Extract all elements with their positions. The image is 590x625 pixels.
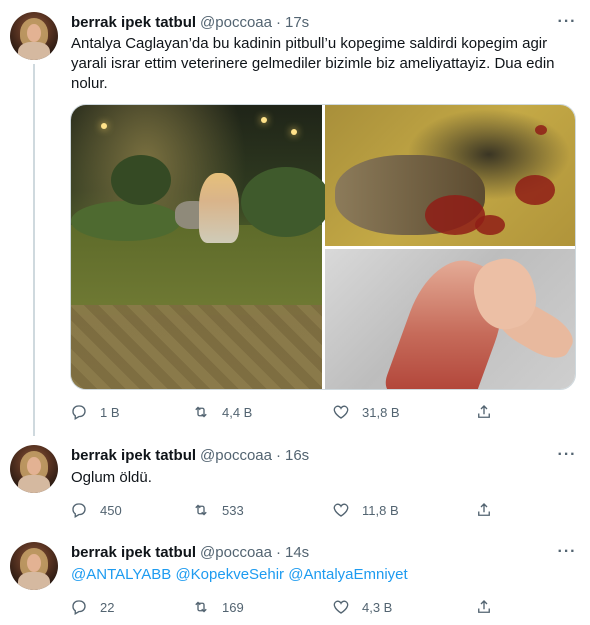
reply-count: 22 bbox=[100, 599, 115, 615]
more-icon[interactable]: ··· bbox=[556, 445, 578, 465]
retweet-count: 169 bbox=[222, 599, 244, 615]
media-grid[interactable] bbox=[70, 104, 576, 390]
share-icon bbox=[478, 503, 490, 516]
tweet-actions: 450 533 11,8 B bbox=[70, 498, 500, 522]
retweet-icon bbox=[195, 601, 207, 613]
like-button[interactable]: 31,8 B bbox=[332, 400, 400, 424]
mention-link[interactable]: @ANTALYABB bbox=[71, 566, 171, 583]
mention-link[interactable]: @KopekveSehir bbox=[175, 566, 284, 583]
tweet-2[interactable]: berrak ipek tatbul @poccoaa · 16s ··· Og… bbox=[0, 435, 590, 535]
reply-count: 450 bbox=[100, 502, 122, 518]
like-button[interactable]: 11,8 B bbox=[332, 498, 399, 522]
retweet-icon bbox=[195, 406, 207, 418]
like-count: 4,3 B bbox=[362, 599, 393, 615]
tweet-text: Antalya Caglayan’da bu kadinin pitbull’u… bbox=[71, 35, 555, 92]
tweet-actions: 1 B 4,4 B 31,8 B bbox=[70, 400, 500, 424]
tweet-header: berrak ipek tatbul @poccoaa · 14s bbox=[71, 542, 309, 562]
more-icon[interactable]: ··· bbox=[556, 542, 578, 562]
separator-dot: · bbox=[276, 543, 281, 561]
author-handle[interactable]: @poccoaa bbox=[200, 544, 272, 561]
like-count: 11,8 B bbox=[362, 502, 399, 518]
timestamp[interactable]: 17s bbox=[285, 14, 309, 31]
avatar[interactable] bbox=[10, 445, 58, 493]
author-handle[interactable]: @poccoaa bbox=[200, 14, 272, 31]
share-button[interactable] bbox=[475, 595, 493, 619]
reply-icon bbox=[72, 600, 86, 615]
timestamp[interactable]: 16s bbox=[285, 447, 309, 464]
reply-button[interactable]: 1 B bbox=[70, 400, 120, 424]
tweet-mentions: @ANTALYABB @KopekveSehir @AntalyaEmniyet bbox=[71, 565, 571, 585]
tweet-3[interactable]: berrak ipek tatbul @poccoaa · 14s ··· @A… bbox=[0, 535, 590, 625]
retweet-icon bbox=[195, 504, 207, 516]
retweet-count: 533 bbox=[222, 502, 244, 518]
reply-button[interactable]: 450 bbox=[70, 498, 122, 522]
tweet-header: berrak ipek tatbul @poccoaa · 17s bbox=[71, 12, 309, 32]
author-handle[interactable]: @poccoaa bbox=[200, 447, 272, 464]
mention-link[interactable]: @AntalyaEmniyet bbox=[288, 566, 407, 583]
like-icon bbox=[333, 503, 349, 517]
avatar[interactable] bbox=[10, 12, 58, 60]
retweet-count: 4,4 B bbox=[222, 404, 253, 420]
tweet-actions: 22 169 4,3 B bbox=[70, 595, 500, 619]
share-button[interactable] bbox=[475, 400, 493, 424]
separator-dot: · bbox=[276, 446, 281, 464]
more-icon[interactable]: ··· bbox=[556, 12, 578, 32]
tweet-header: berrak ipek tatbul @poccoaa · 16s bbox=[71, 445, 309, 465]
tweet-1[interactable]: berrak ipek tatbul @poccoaa · 17s ··· An… bbox=[0, 0, 590, 436]
thread-line bbox=[33, 64, 35, 436]
timestamp[interactable]: 14s bbox=[285, 544, 309, 561]
avatar[interactable] bbox=[10, 542, 58, 590]
reply-icon bbox=[72, 405, 86, 420]
reply-count: 1 B bbox=[100, 404, 120, 420]
share-button[interactable] bbox=[475, 498, 493, 522]
like-button[interactable]: 4,3 B bbox=[332, 595, 392, 619]
like-icon bbox=[333, 405, 349, 419]
media-photo-1[interactable] bbox=[71, 105, 331, 389]
retweet-button[interactable]: 533 bbox=[192, 498, 244, 522]
separator-dot: · bbox=[276, 13, 281, 31]
like-icon bbox=[333, 600, 349, 614]
reply-button[interactable]: 22 bbox=[70, 595, 114, 619]
reply-icon bbox=[72, 503, 86, 518]
author-name[interactable]: berrak ipek tatbul bbox=[71, 447, 196, 464]
retweet-button[interactable]: 169 bbox=[192, 595, 244, 619]
like-count: 31,8 B bbox=[362, 404, 400, 420]
share-icon bbox=[478, 405, 490, 418]
share-icon bbox=[478, 600, 490, 613]
retweet-button[interactable]: 4,4 B bbox=[192, 400, 252, 424]
media-photo-2[interactable] bbox=[325, 105, 575, 246]
tweet-text: Oglum öldü. bbox=[71, 469, 152, 486]
author-name[interactable]: berrak ipek tatbul bbox=[71, 14, 196, 31]
media-photo-3[interactable] bbox=[325, 248, 575, 389]
author-name[interactable]: berrak ipek tatbul bbox=[71, 544, 196, 561]
